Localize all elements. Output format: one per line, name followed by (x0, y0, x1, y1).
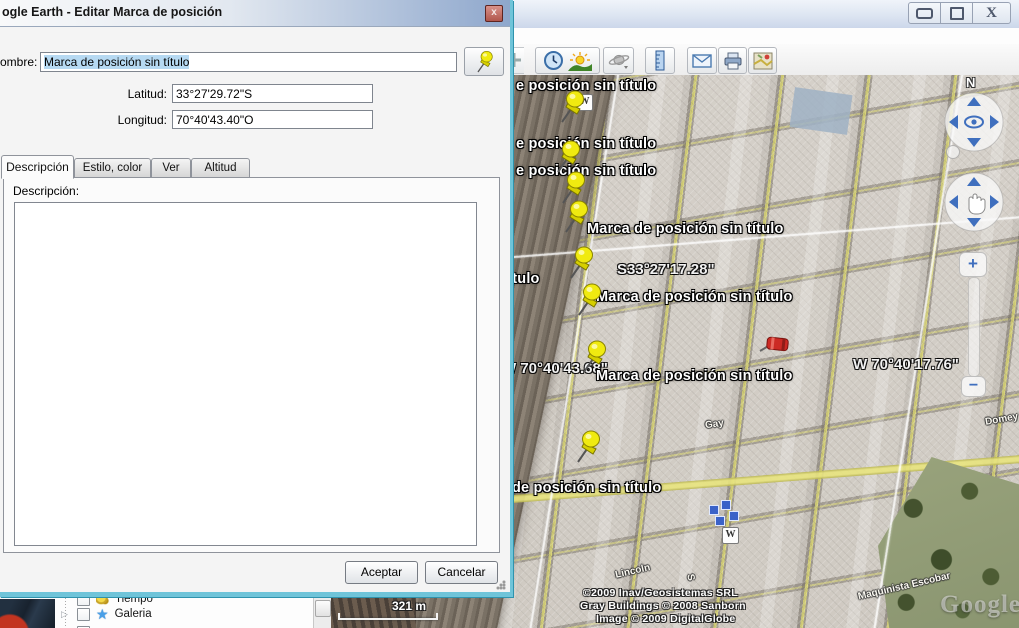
partial-tool-icon[interactable] (513, 47, 524, 74)
print-icon (723, 52, 743, 70)
accept-button[interactable]: Aceptar (345, 561, 418, 584)
yellow-pushpin[interactable] (580, 339, 606, 375)
photo-marker[interactable] (715, 516, 725, 526)
zoom-in-button[interactable]: + (959, 252, 987, 277)
google-logo: Google (940, 591, 1019, 619)
map-view-icon (753, 52, 773, 70)
sidebar-photo-thumbnail (0, 599, 55, 628)
sunrise-icon (568, 51, 592, 71)
email-icon (692, 54, 712, 68)
layer-label[interactable]: Galeria (115, 608, 152, 620)
map-view-button[interactable] (748, 47, 777, 74)
description-label: Descripción: (13, 184, 79, 198)
close-icon: X (986, 6, 997, 21)
dialog-close-button[interactable]: x (485, 5, 503, 22)
photo-marker[interactable] (709, 505, 719, 515)
window-controls: X (908, 2, 1011, 24)
blue-building (789, 87, 852, 135)
placemark-label[interactable]: Marca de posición sin título (596, 368, 793, 384)
dialog-tabs: Descripción Estilo, color Ver Altitud (1, 155, 509, 178)
move-joystick[interactable] (943, 171, 1005, 233)
longitude-value: 70°40'43.40"O (176, 113, 253, 127)
pushpin-icon (474, 50, 494, 74)
placemark-label[interactable]: e posición sin título (516, 136, 656, 152)
look-joystick[interactable] (943, 91, 1005, 153)
dialog-titlebar[interactable]: ogle Earth - Editar Marca de posición x (0, 0, 510, 27)
toolbar (513, 44, 1019, 76)
name-input[interactable]: Marca de posición sin título (40, 52, 457, 72)
maximize-icon (950, 7, 964, 20)
tab-altitud[interactable]: Altitud (191, 158, 250, 178)
expander-icon[interactable]: ▷ (61, 609, 71, 619)
ruler-icon (655, 50, 665, 71)
email-button[interactable] (687, 47, 717, 74)
sidebar-scrollbar[interactable] (313, 598, 331, 628)
layer-item-partial[interactable] (55, 623, 313, 628)
latitude-input[interactable]: 33°27'29.72"S (172, 84, 373, 103)
yellow-pushpin[interactable] (574, 429, 600, 465)
compass-north-label: N (966, 75, 975, 90)
yellow-pushpin[interactable] (575, 282, 601, 318)
star-icon: ★ (96, 608, 109, 620)
galeria-checkbox[interactable] (77, 608, 90, 621)
dialog-title: ogle Earth - Editar Marca de posición (2, 5, 222, 19)
layers-sidebar: Tiempo ▷ ★ Galeria (0, 597, 330, 628)
wikipedia-marker[interactable]: W (722, 527, 739, 544)
scale-bar (338, 618, 438, 620)
scrollbar-thumb[interactable] (315, 600, 331, 617)
clock-icon (543, 50, 564, 71)
placemark-label[interactable]: e posición sin título (516, 78, 656, 94)
placemark-label[interactable]: de posición sin título (512, 480, 661, 496)
print-button[interactable] (718, 47, 747, 74)
layers-tree: Tiempo ▷ ★ Galeria (55, 598, 313, 628)
resize-grip[interactable] (496, 580, 506, 590)
red-pushpin[interactable] (758, 333, 784, 369)
copyright-text: Gray Buildings © 2008 Sanborn (580, 600, 746, 612)
longitude-input[interactable]: 70°40'43.40"O (172, 110, 373, 129)
screen: X (0, 0, 1019, 628)
time-sun-button-group[interactable] (535, 47, 600, 74)
longitude-label: Longitud: (60, 113, 167, 127)
maximize-button[interactable] (941, 3, 973, 23)
layer-label[interactable]: Tiempo (115, 598, 153, 605)
photo-marker[interactable] (721, 500, 731, 510)
name-value-selected: Marca de posición sin título (44, 55, 189, 69)
photo-marker[interactable] (729, 511, 739, 521)
placemark-label[interactable]: Marca de posición sin título (587, 221, 784, 237)
layer-item-galeria[interactable]: ▷ ★ Galeria (55, 605, 313, 623)
yellow-pushpin[interactable] (567, 245, 593, 281)
tab-descripcion[interactable]: Descripción (1, 155, 74, 179)
zoom-slider-track[interactable] (968, 277, 980, 377)
name-label: ombre: (0, 55, 36, 69)
graticule-label: S33°27'17.28" (617, 261, 715, 278)
planet-icon (608, 52, 630, 70)
yellow-pushpin[interactable] (562, 199, 588, 235)
placemark-label[interactable]: e posición sin título (516, 163, 656, 179)
cancel-button[interactable]: Cancelar (425, 561, 498, 584)
description-textarea[interactable] (14, 202, 477, 546)
placemark-label[interactable]: Marca de posición sin título (596, 289, 793, 305)
copyright-text: Image © 2009 DigitalGlobe (596, 613, 736, 625)
edit-placemark-dialog: ogle Earth - Editar Marca de posición x … (0, 0, 513, 597)
main-window-titlebar: X (513, 0, 1019, 29)
ruler-button[interactable] (645, 47, 675, 74)
yellow-pushpin[interactable] (558, 89, 584, 125)
tab-estilo-color[interactable]: Estilo, color (74, 158, 151, 178)
expander-icon[interactable] (61, 598, 71, 604)
graticule-label: W 70°40'17.76" (853, 356, 959, 373)
close-button[interactable]: X (973, 3, 1010, 23)
scale-label: 321 m (392, 599, 426, 613)
placemark-icon-button[interactable] (464, 47, 504, 76)
planets-button[interactable] (603, 47, 634, 74)
menu-strip (513, 28, 1019, 45)
latitude-value: 33°27'29.72"S (176, 87, 252, 101)
minimize-button[interactable] (909, 3, 941, 23)
weather-icon (96, 598, 109, 605)
latitude-label: Latitud: (60, 87, 167, 101)
tab-ver[interactable]: Ver (151, 158, 191, 178)
copyright-text: ©2009 Inav/Geosistemas SRL (583, 587, 738, 599)
zoom-out-button[interactable]: − (961, 376, 986, 397)
minimize-icon (916, 8, 933, 19)
